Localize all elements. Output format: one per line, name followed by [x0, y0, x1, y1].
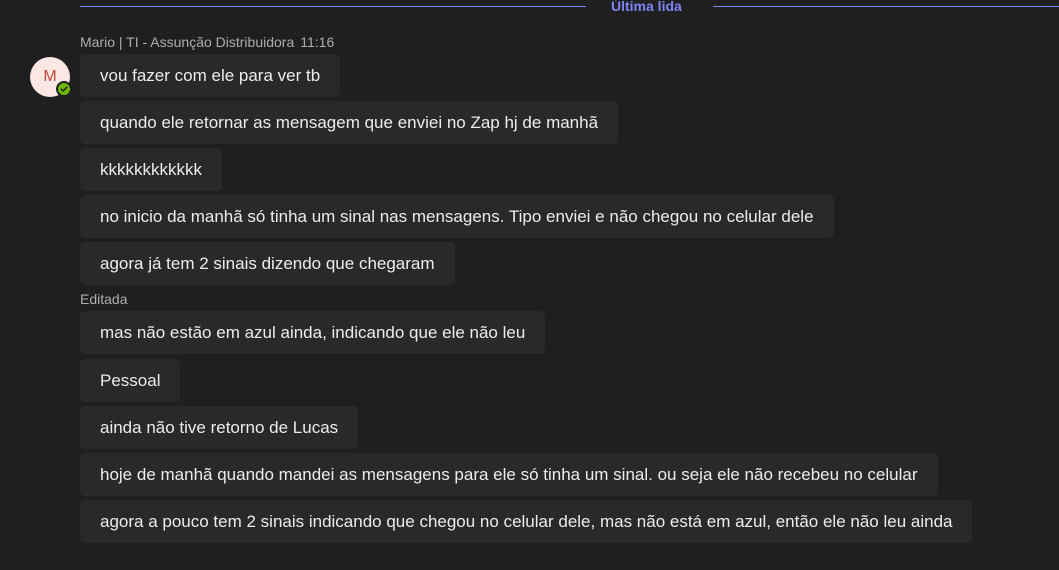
avatar[interactable]: M	[30, 57, 72, 97]
message-timestamp: 11:16	[300, 34, 335, 50]
message-bubble[interactable]: mas não estão em azul ainda, indicando q…	[80, 311, 546, 354]
edited-label: Editada	[80, 291, 128, 307]
message-bubble[interactable]: ainda não tive retorno de Lucas	[80, 406, 359, 449]
message-text: agora já tem 2 sinais dizendo que chegar…	[100, 253, 435, 273]
message-header: Mario | TI - Assunção Distribuidora 11:16	[80, 34, 334, 50]
presence-available-icon	[56, 81, 72, 97]
divider-line-left	[80, 6, 586, 7]
last-read-divider: Última lida	[80, 0, 1059, 16]
message-text: vou fazer com ele para ver tb	[100, 65, 321, 85]
message-bubble[interactable]: hoje de manhã quando mandei as mensagens…	[80, 453, 938, 496]
message-text: kkkkkkkkkkkk	[100, 159, 202, 179]
message-bubble[interactable]: quando ele retornar as mensagem que envi…	[80, 101, 619, 144]
last-read-label: Última lida	[611, 0, 682, 14]
message-text: Pessoal	[100, 370, 161, 390]
message-text: no inicio da manhã só tinha um sinal nas…	[100, 206, 814, 226]
message-text: ainda não tive retorno de Lucas	[100, 417, 339, 437]
message-bubble[interactable]: Pessoal	[80, 359, 181, 402]
divider-line-right	[713, 6, 1059, 7]
chat-pane: Última lida M Mario | TI - Assunção Dist…	[0, 0, 1059, 570]
message-text: quando ele retornar as mensagem que envi…	[100, 112, 599, 132]
message-bubble[interactable]: vou fazer com ele para ver tb	[80, 54, 341, 97]
message-bubble[interactable]: no inicio da manhã só tinha um sinal nas…	[80, 195, 834, 238]
message-text: mas não estão em azul ainda, indicando q…	[100, 322, 526, 342]
message-bubble[interactable]: agora a pouco tem 2 sinais indicando que…	[80, 500, 973, 543]
avatar-initial: M	[43, 68, 57, 85]
message-text: hoje de manhã quando mandei as mensagens…	[100, 464, 918, 484]
message-bubble[interactable]: kkkkkkkkkkkk	[80, 148, 222, 191]
message-bubble[interactable]: agora já tem 2 sinais dizendo que chegar…	[80, 242, 455, 285]
sender-name: Mario | TI - Assunção Distribuidora	[80, 34, 295, 50]
message-text: agora a pouco tem 2 sinais indicando que…	[100, 511, 953, 531]
